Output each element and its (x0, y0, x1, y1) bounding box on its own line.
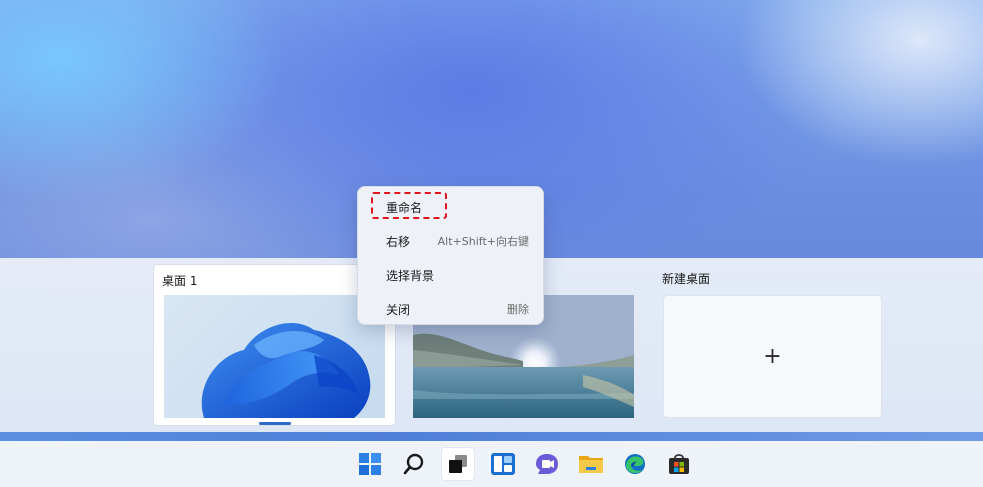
rename-highlight-box (371, 192, 447, 219)
menu-item-label: 右移 (386, 235, 411, 249)
search-icon[interactable] (397, 447, 431, 481)
new-desktop-title: 新建桌面 (662, 272, 711, 286)
active-desktop-indicator (259, 422, 291, 425)
desktop-1-title: 桌面 1 (162, 274, 198, 288)
teams-chat-icon[interactable] (530, 447, 564, 481)
menu-item-move-right[interactable]: 右移 Alt+Shift+向右键 (358, 225, 545, 255)
task-view-icon[interactable] (441, 447, 475, 481)
file-explorer-icon[interactable] (574, 447, 608, 481)
menu-item-label: 关闭 (386, 303, 411, 317)
desktop-1-thumbnail[interactable] (164, 295, 385, 418)
menu-item-choose-background[interactable]: 选择背景 (358, 259, 545, 289)
menu-item-label: 选择背景 (386, 269, 435, 283)
new-desktop-button[interactable]: + (663, 295, 882, 418)
menu-item-shortcut: 删除 (507, 303, 529, 316)
edge-icon[interactable] (618, 447, 652, 481)
store-icon[interactable] (662, 447, 696, 481)
menu-item-shortcut: Alt+Shift+向右键 (437, 235, 529, 248)
start-icon[interactable] (353, 447, 387, 481)
taskbar-separator (0, 432, 983, 441)
menu-item-close[interactable]: 关闭 删除 (358, 293, 545, 323)
widgets-icon[interactable] (486, 447, 520, 481)
plus-icon: + (763, 343, 782, 369)
